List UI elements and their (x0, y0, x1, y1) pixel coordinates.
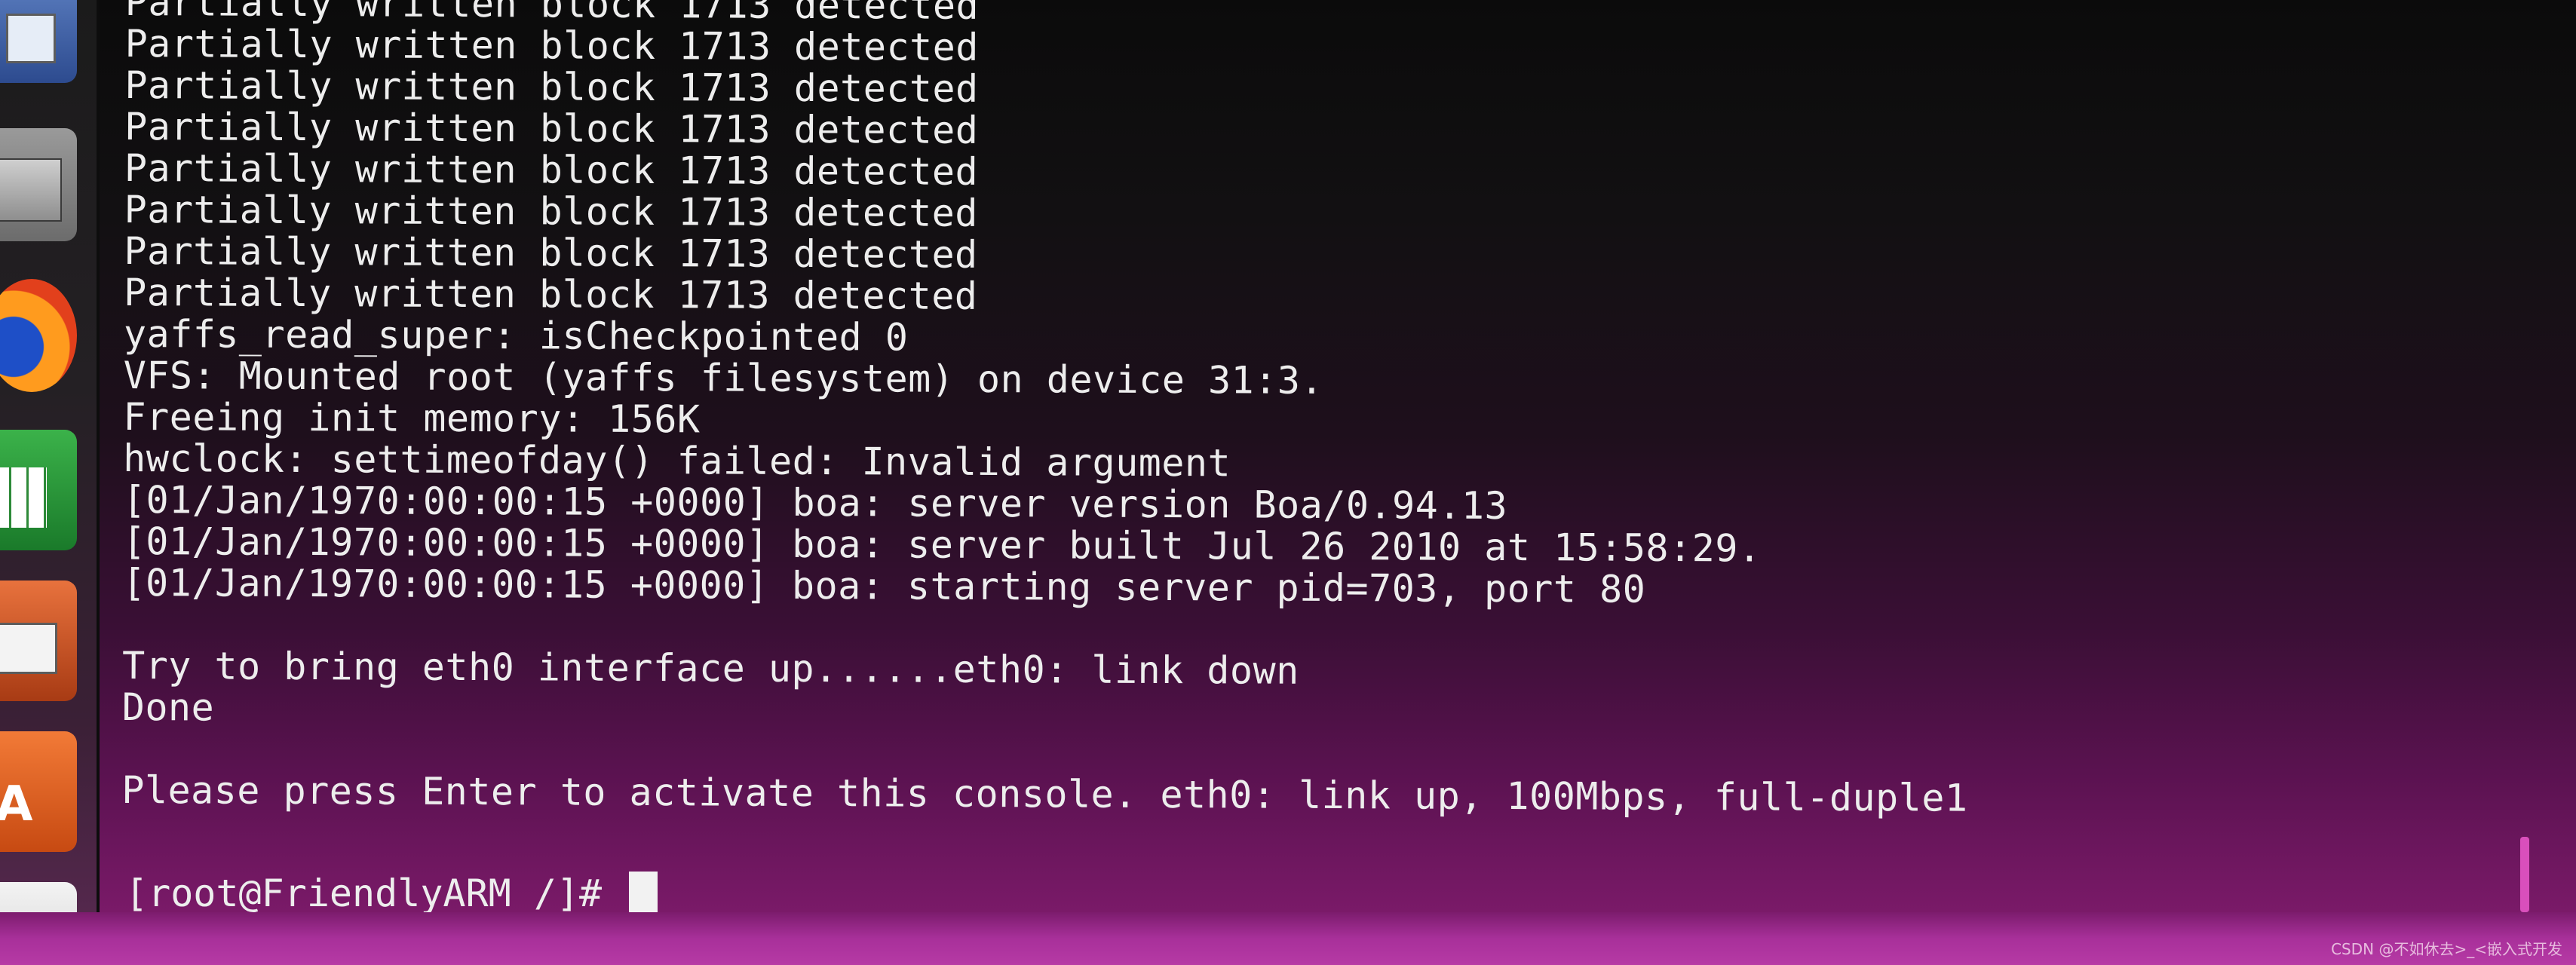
software-center-icon[interactable] (0, 731, 77, 852)
terminal-output: Partially written block 1713 detected Pa… (121, 0, 1971, 861)
spreadsheet-icon[interactable] (0, 430, 77, 550)
documents-icon[interactable] (0, 0, 77, 83)
presentation-icon[interactable] (0, 581, 77, 701)
terminal-line: Please press Enter to activate this cons… (121, 767, 1968, 820)
terminal-line: Try to bring eth0 interface up......eth0… (121, 643, 1299, 693)
terminal-prompt-line[interactable]: [root@FriendlyARM /]# (125, 872, 658, 915)
launcher (0, 0, 100, 965)
firefox-icon[interactable] (0, 279, 77, 392)
files-icon[interactable] (0, 128, 77, 241)
text-cursor (629, 872, 658, 912)
watermark-text: CSDN @不如休去>_<嵌入式开发 (2331, 940, 2562, 958)
terminal-window[interactable]: Partially written block 1713 detected Pa… (97, 0, 2525, 915)
shell-prompt: [root@FriendlyARM /]# (125, 872, 625, 915)
terminal-scrollbar[interactable] (2520, 837, 2529, 912)
bottom-edge (0, 912, 2576, 965)
screen: Partially written block 1713 detected Pa… (0, 0, 2576, 965)
